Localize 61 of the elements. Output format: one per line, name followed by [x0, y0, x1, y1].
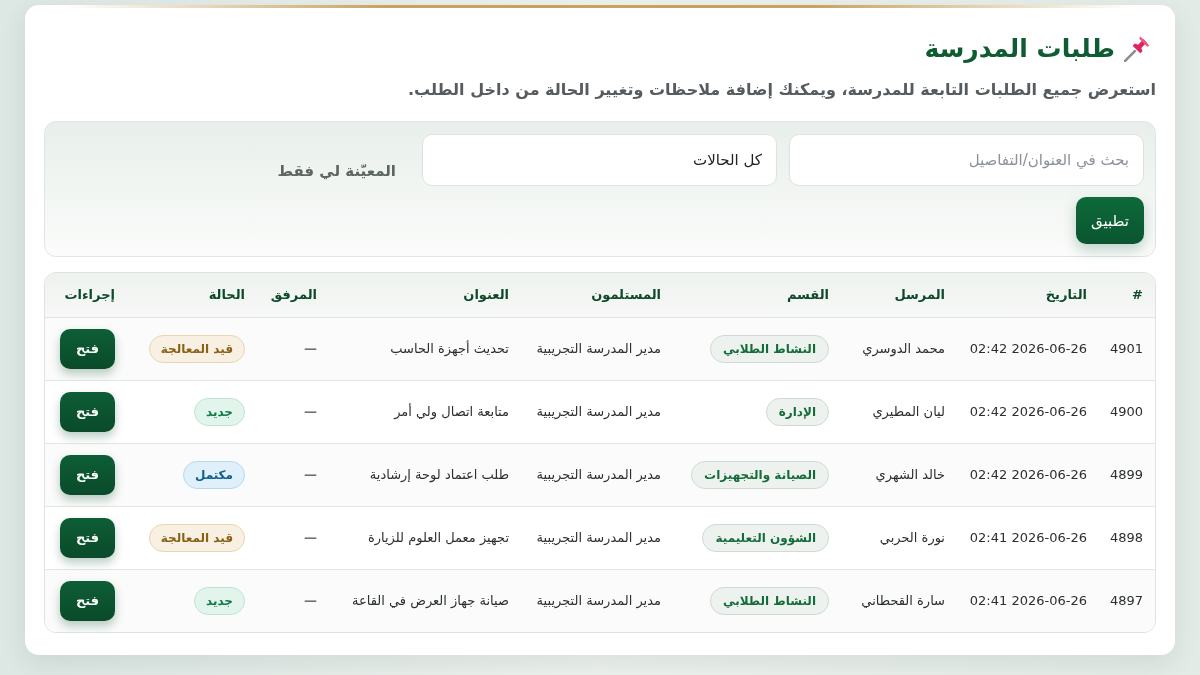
open-button[interactable]: فتح: [60, 580, 115, 621]
recipient-name: مدير المدرسة التجريبية: [536, 341, 661, 356]
open-button[interactable]: فتح: [60, 391, 115, 432]
request-date: 2026-06-26 02:42: [969, 404, 1087, 419]
request-date: 2026-06-26 02:41: [969, 593, 1087, 609]
open-button[interactable]: فتح: [60, 328, 115, 369]
request-title: متابعة اتصال ولي أمر: [394, 404, 509, 419]
attachment-value: —: [304, 467, 317, 482]
status-badge: قيد المعالجة: [148, 334, 245, 363]
attachment-value: —: [304, 593, 317, 609]
column-header: الحالة: [208, 287, 245, 303]
column-header: العنوان: [463, 287, 509, 303]
request-title: صيانة جهاز العرض في القاعة: [352, 593, 509, 609]
attachment-value: —: [304, 530, 317, 545]
attachment-value: —: [304, 341, 317, 356]
page-subtitle: استعرض جميع الطلبات التابعة للمدرسة، ويمكنك إضافة ملاحظات وتغيير الحالة من داخل الطلب.: [406, 79, 1156, 101]
status-badge: جديد: [193, 397, 245, 426]
request-title: تجهيز معمل العلوم للزيارة: [367, 530, 509, 545]
status-badge: قيد المعالجة: [148, 523, 245, 552]
recipient-name: مدير المدرسة التجريبية: [536, 530, 661, 545]
request-id: 4901: [1109, 341, 1143, 356]
column-header: المرفق: [270, 287, 317, 303]
request-date: 2026-06-26 02:42: [969, 341, 1087, 356]
recipient-name: مدير المدرسة التجريبية: [536, 593, 661, 609]
request-title: تحديث أجهزة الحاسب: [390, 341, 509, 356]
request-id: 4898: [1109, 530, 1143, 545]
recipient-name: مدير المدرسة التجريبية: [536, 404, 661, 419]
status-select[interactable]: كل الحالات: [422, 134, 777, 186]
sender-name: ليان المطيري: [872, 404, 945, 419]
page-title: طلبات المدرسة: [924, 33, 1115, 65]
attachment-value: —: [304, 404, 317, 419]
column-header: المستلمون: [591, 287, 661, 303]
department-tag: النشاط الطلابي: [710, 586, 829, 615]
request-id: 4897: [1109, 593, 1143, 609]
assigned-only-label[interactable]: المعيّنة لي فقط: [277, 162, 396, 180]
open-button[interactable]: فتح: [60, 517, 115, 558]
sender-name: نورة الحربي: [879, 530, 945, 545]
request-id: 4899: [1109, 467, 1143, 482]
status-badge: مكتمل: [182, 460, 245, 489]
sender-name: محمد الدوسري: [862, 341, 945, 356]
request-date: 2026-06-26 02:41: [969, 530, 1087, 545]
search-field[interactable]: بحث في العنوان/التفاصيل: [789, 134, 1144, 186]
department-tag: الإدارة: [765, 397, 829, 426]
department-tag: الصيانة والتجهيزات: [691, 460, 829, 489]
request-date: 2026-06-26 02:42: [969, 467, 1087, 482]
column-header: القسم: [786, 287, 829, 303]
column-header: التاريخ: [1045, 287, 1087, 303]
column-header: إجراءات: [64, 287, 115, 303]
status-badge: جديد: [193, 586, 245, 615]
column-header: #: [1132, 287, 1143, 303]
apply-button[interactable]: تطبيق: [1075, 197, 1144, 244]
department-tag: الشؤون التعليمية: [702, 523, 829, 552]
column-header: المرسل: [894, 287, 945, 303]
sender-name: سارة القحطاني: [861, 593, 945, 609]
request-title: طلب اعتماد لوحة إرشادية: [369, 467, 509, 482]
request-id: 4900: [1109, 404, 1143, 419]
pushpin-icon: [1124, 36, 1150, 62]
open-button[interactable]: فتح: [60, 454, 115, 495]
department-tag: النشاط الطلابي: [710, 334, 829, 363]
sender-name: خالد الشهري: [875, 467, 945, 482]
recipient-name: مدير المدرسة التجريبية: [536, 467, 661, 482]
